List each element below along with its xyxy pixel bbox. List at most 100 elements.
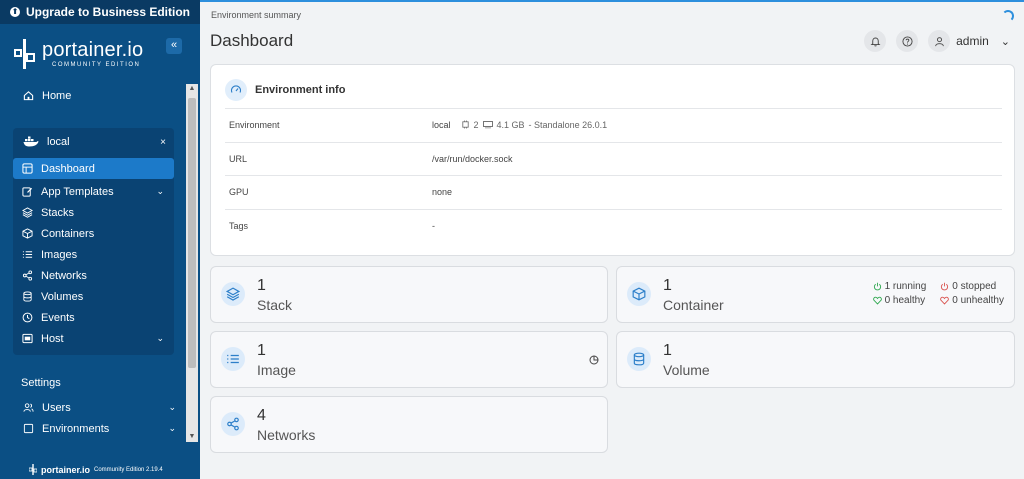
- breadcrumb: Environment summary: [211, 10, 302, 20]
- avatar: [928, 30, 951, 52]
- chevron-down-icon[interactable]: ⌄: [156, 186, 164, 197]
- cpu-icon: [461, 120, 470, 131]
- sidebar-item-volumes[interactable]: Volumes: [13, 286, 174, 307]
- heart-icon: [872, 296, 882, 305]
- row-key: Tags: [229, 220, 249, 231]
- network-label: Networks: [257, 427, 316, 443]
- scrollbar-thumb[interactable]: [188, 98, 196, 368]
- memory-icon: [482, 120, 493, 131]
- sidebar-item-stacks[interactable]: Stacks: [13, 202, 174, 223]
- networks-card[interactable]: 4 Networks: [210, 396, 608, 453]
- sidebar-item-containers[interactable]: Containers: [13, 223, 174, 244]
- notifications-button[interactable]: [864, 30, 887, 52]
- docker-icon: [23, 136, 39, 148]
- header-actions: admin ⌄: [864, 30, 1010, 52]
- sidebar-item-label: Containers: [41, 227, 95, 240]
- help-icon: [902, 35, 913, 47]
- table-row: Tags -: [225, 208, 1002, 243]
- stopped-status: 0 stopped: [940, 281, 1004, 292]
- sidebar-item-label: Stacks: [41, 206, 75, 219]
- logo-name: portainer.io: [42, 39, 144, 61]
- user-menu[interactable]: admin ⌄: [928, 30, 1010, 52]
- scroll-down-icon[interactable]: ▼: [186, 432, 198, 442]
- stack-label: Stack: [257, 297, 293, 313]
- sidebar-item-dashboard[interactable]: Dashboard: [13, 158, 174, 179]
- layers-icon: [21, 207, 33, 219]
- sidebar-item-label: App Templates: [41, 185, 114, 198]
- bell-icon: [870, 37, 881, 46]
- volume-label: Volume: [663, 362, 710, 378]
- close-environment-icon[interactable]: ×: [160, 137, 166, 148]
- sidebar: ⬆ Upgrade to Business Edition portainer.…: [0, 0, 200, 479]
- settings-heading: Settings: [21, 377, 61, 389]
- logo-edition: COMMUNITY EDITION: [52, 62, 141, 68]
- environments-icon: [22, 423, 34, 435]
- scroll-up-icon[interactable]: ▲: [186, 84, 198, 94]
- images-card[interactable]: 1 Image: [210, 331, 608, 388]
- container-status: 1 running 0 stopped 0 healthy 0 unhealth…: [872, 281, 1004, 306]
- running-status: 1 running: [873, 281, 926, 292]
- share-icon: [21, 270, 33, 282]
- sidebar-item-label: Host: [41, 332, 64, 345]
- user-icon: [934, 36, 944, 46]
- sidebar-item-label: Environments: [42, 422, 110, 435]
- upgrade-label: Upgrade to Business Edition: [25, 5, 190, 19]
- sidebar-item-events[interactable]: Events: [13, 307, 174, 328]
- chevron-down-icon[interactable]: ⌄: [1001, 35, 1010, 48]
- environment-header: local ×: [13, 128, 174, 156]
- edit-icon: [21, 186, 33, 198]
- environment-info-table: Environment local 2 4.1 GB - Standalone …: [225, 108, 1002, 242]
- environment-name: local: [47, 136, 70, 148]
- upgrade-icon: ⬆: [9, 7, 20, 17]
- environment-info-header: Environment info: [225, 79, 345, 101]
- chevron-down-icon[interactable]: ⌄: [168, 402, 176, 413]
- environment-info-card: Environment info Environment local 2 4.1…: [210, 64, 1015, 256]
- sidebar-item-environments[interactable]: Environments ⌄: [0, 418, 186, 439]
- table-row: GPU none: [225, 175, 1002, 209]
- chevron-down-icon[interactable]: ⌄: [156, 333, 164, 344]
- upgrade-banner[interactable]: ⬆ Upgrade to Business Edition: [0, 0, 200, 24]
- loading-spinner-icon: [1002, 10, 1014, 22]
- sidebar-item-users[interactable]: Users ⌄: [0, 397, 186, 418]
- cpu-count: 2: [473, 120, 479, 131]
- environment-details: - Standalone 26.0.1: [528, 120, 608, 131]
- stacks-card[interactable]: 1 Stack: [210, 266, 608, 323]
- environment-value: local: [432, 120, 451, 131]
- chevron-down-icon[interactable]: ⌄: [168, 423, 176, 434]
- box-icon: [627, 282, 651, 306]
- collapse-sidebar-button[interactable]: «: [166, 38, 182, 54]
- users-icon: [22, 402, 34, 414]
- portainer-logo[interactable]: portainer.io COMMUNITY EDITION «: [14, 36, 186, 72]
- clock-icon: [21, 312, 33, 324]
- heart-icon: [940, 296, 950, 305]
- share-icon: [221, 412, 245, 436]
- server-icon: [21, 333, 33, 345]
- portainer-logo-icon: [14, 39, 36, 69]
- loading-bar: [200, 0, 1024, 2]
- sidebar-item-app-templates[interactable]: App Templates ⌄: [13, 181, 174, 202]
- volumes-card[interactable]: 1 Volume: [616, 331, 1015, 388]
- sidebar-item-networks[interactable]: Networks: [13, 265, 174, 286]
- sidebar-item-home[interactable]: Home: [0, 85, 186, 106]
- pie-chart-icon: [589, 352, 599, 370]
- page-title: Dashboard: [210, 31, 294, 50]
- sidebar-footer: portainer.io Community Edition 2.19.4: [0, 461, 200, 479]
- stack-count: 1: [257, 277, 266, 294]
- help-button[interactable]: [896, 30, 919, 52]
- network-count: 4: [257, 407, 266, 424]
- sidebar-item-label: Images: [41, 248, 78, 261]
- sidebar-scrollbar[interactable]: ▲ ▼: [186, 84, 198, 442]
- sidebar-item-label: Volumes: [41, 290, 84, 303]
- containers-card[interactable]: 1 Container 1 running 0 stopped 0 health…: [616, 266, 1015, 323]
- table-row: URL /var/run/docker.sock: [225, 141, 1002, 176]
- table-row: Environment local 2 4.1 GB - Standalone …: [225, 108, 1002, 142]
- sidebar-item-label: Events: [41, 311, 75, 324]
- power-icon: [941, 282, 949, 291]
- list-icon: [221, 347, 245, 371]
- container-count: 1: [663, 277, 672, 294]
- sidebar-item-host[interactable]: Host ⌄: [13, 328, 174, 349]
- image-label: Image: [257, 362, 296, 378]
- container-label: Container: [663, 297, 724, 313]
- row-key: GPU: [229, 187, 249, 198]
- sidebar-item-images[interactable]: Images: [13, 244, 174, 265]
